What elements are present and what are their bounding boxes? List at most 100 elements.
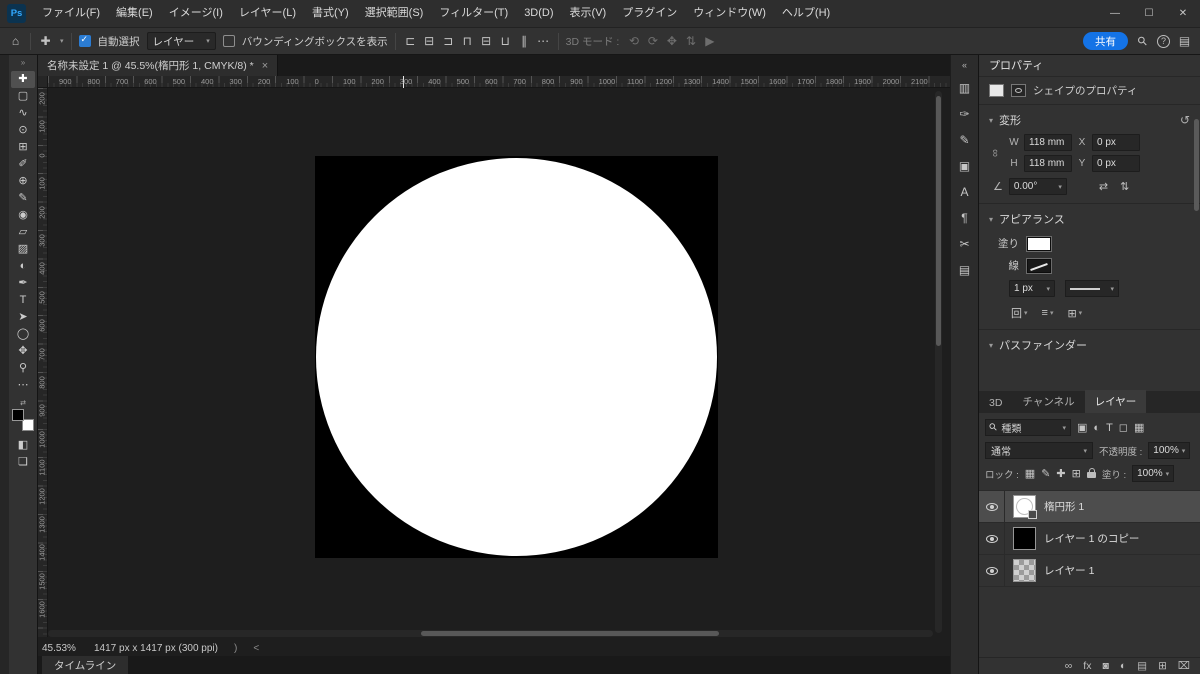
- chevron-down-icon[interactable]: ▾: [60, 37, 64, 45]
- stroke-width-field[interactable]: 1 px ▾: [1009, 280, 1055, 297]
- adjustments-panel-icon[interactable]: ▥: [954, 75, 976, 101]
- zoom-tool-icon[interactable]: ⚲: [11, 360, 35, 377]
- workspace-icon[interactable]: ▤: [1177, 34, 1192, 48]
- share-button[interactable]: 共有: [1083, 32, 1128, 50]
- mask-thumbnail-icon[interactable]: [1011, 84, 1026, 97]
- vertical-scrollbar[interactable]: [935, 91, 942, 633]
- toolbar-collapse-icon[interactable]: »: [21, 58, 25, 67]
- clone-stamp-tool-icon[interactable]: ◉: [11, 207, 35, 224]
- link-layers-icon[interactable]: ∞: [1065, 660, 1073, 672]
- layer-filter-select[interactable]: ⚲ 種類 ▾: [985, 419, 1071, 436]
- stroke-align-select[interactable]: 回 ▾: [1011, 305, 1028, 321]
- more-tools-icon[interactable]: ⋯: [11, 377, 35, 394]
- delete-layer-icon[interactable]: ⌧: [1178, 660, 1190, 672]
- angle-field[interactable]: 0.00° ▾: [1008, 178, 1067, 195]
- pen-tool-icon[interactable]: ✒: [11, 275, 35, 292]
- move-tool-icon[interactable]: ✚: [11, 71, 35, 88]
- stroke-style-select[interactable]: ▾: [1065, 280, 1119, 297]
- properties-panel-title[interactable]: プロパティ: [979, 55, 1200, 77]
- menu-item[interactable]: ヘルプ(H): [774, 0, 838, 27]
- new-group-icon[interactable]: ▤: [1137, 660, 1147, 672]
- target-select[interactable]: レイヤー ▾: [146, 32, 216, 50]
- horizontal-scrollbar-thumb[interactable]: [421, 631, 719, 636]
- lasso-tool-icon[interactable]: ∿: [11, 105, 35, 122]
- brush-settings-panel-icon[interactable]: ✑: [954, 101, 976, 127]
- y-field[interactable]: 0 px: [1092, 155, 1140, 172]
- layer-effects-icon[interactable]: fx: [1083, 660, 1091, 672]
- align-right-icon[interactable]: ⊐: [441, 34, 456, 48]
- ruler-corner[interactable]: [38, 76, 48, 88]
- panel-scrollbar-thumb[interactable]: [1194, 119, 1199, 211]
- flip-vertical-icon[interactable]: ⇅: [1120, 180, 1129, 193]
- menu-item[interactable]: レイヤー(L): [231, 0, 304, 27]
- layer-thumbnail[interactable]: [1013, 559, 1036, 582]
- quick-mask-icon[interactable]: ◧: [11, 437, 35, 454]
- lock-image-pixels-icon[interactable]: ✎: [1041, 467, 1050, 480]
- brushes-panel-icon[interactable]: ✎: [954, 127, 976, 153]
- marquee-tool-icon[interactable]: ▢: [11, 88, 35, 105]
- filter-type-layers-icon[interactable]: T: [1106, 422, 1113, 434]
- menu-item[interactable]: 3D(D): [516, 0, 561, 27]
- add-layer-mask-icon[interactable]: ◙: [1102, 660, 1108, 672]
- tab-channels[interactable]: チャンネル: [1012, 390, 1084, 413]
- hand-tool-icon[interactable]: ✥: [11, 343, 35, 360]
- expand-dock-icon[interactable]: «: [962, 60, 967, 70]
- new-layer-icon[interactable]: ⊞: [1158, 660, 1167, 672]
- new-adjustment-layer-icon[interactable]: ◐: [1120, 660, 1126, 672]
- timeline-tab[interactable]: タイムライン: [42, 656, 129, 674]
- fill-color-swatch[interactable]: [1027, 236, 1051, 251]
- lock-all-icon[interactable]: [1086, 467, 1096, 478]
- shape-tool-icon[interactable]: ◯: [11, 326, 35, 343]
- layer-thumbnail[interactable]: [1013, 495, 1037, 519]
- type-tool-icon[interactable]: T: [11, 292, 35, 309]
- crop-tool-icon[interactable]: ⊞: [11, 139, 35, 156]
- tab-3d[interactable]: 3D: [979, 393, 1012, 413]
- layer-row[interactable]: レイヤー 1: [979, 555, 1200, 587]
- link-dimensions-icon[interactable]: ∞: [989, 149, 1001, 157]
- status-scroll-arrow[interactable]: <: [253, 643, 259, 654]
- menu-item[interactable]: フィルター(T): [431, 0, 516, 27]
- menu-item[interactable]: プラグイン: [614, 0, 685, 27]
- libraries-panel-icon[interactable]: ▤: [954, 257, 976, 283]
- home-icon[interactable]: ⌂: [8, 34, 23, 48]
- blend-mode-select[interactable]: 通常 ▾: [985, 442, 1093, 459]
- layer-row[interactable]: 楕円形 1: [979, 491, 1200, 523]
- ruler-top[interactable]: 900 800 700 600 500 400 300 200 100 0 100 200 300 400…: [48, 76, 950, 88]
- screen-mode-icon[interactable]: ❏: [11, 454, 35, 471]
- flip-horizontal-icon[interactable]: ⇄: [1099, 180, 1108, 193]
- align-bottom-icon[interactable]: ⊔: [498, 34, 513, 48]
- opacity-field[interactable]: 100% ▾: [1148, 442, 1191, 459]
- foreground-color-swatch[interactable]: [12, 409, 24, 421]
- zoom-level-field[interactable]: 45.53%: [42, 643, 94, 654]
- help-icon[interactable]: ?: [1157, 34, 1170, 48]
- object-selection-tool-icon[interactable]: ⊙: [11, 122, 35, 139]
- filter-smart-objects-icon[interactable]: ▦: [1134, 421, 1144, 434]
- stroke-color-swatch[interactable]: [1027, 258, 1051, 273]
- clone-source-panel-icon[interactable]: ▣: [954, 153, 976, 179]
- horizontal-scrollbar[interactable]: [48, 630, 933, 637]
- character-panel-icon[interactable]: A: [954, 179, 976, 205]
- color-swatches[interactable]: [12, 409, 34, 431]
- eyedropper-tool-icon[interactable]: ✐: [11, 156, 35, 173]
- visibility-toggle[interactable]: [979, 555, 1005, 586]
- swap-colors-icon[interactable]: ⇄: [20, 399, 26, 407]
- distribute-icon[interactable]: ∥: [517, 34, 532, 48]
- menu-item[interactable]: 編集(E): [108, 0, 161, 27]
- lock-transparent-pixels-icon[interactable]: ▦: [1025, 467, 1035, 480]
- more-align-options-icon[interactable]: ⋯: [536, 34, 551, 48]
- tab-layers[interactable]: レイヤー: [1084, 390, 1147, 413]
- pathfinder-section-header[interactable]: ▾ パスファインダー: [979, 335, 1200, 355]
- gradient-tool-icon[interactable]: ▨: [11, 241, 35, 258]
- status-popup-arrow[interactable]: ): [234, 643, 237, 654]
- lock-position-icon[interactable]: ✚: [1056, 467, 1065, 480]
- layer-row[interactable]: レイヤー 1 のコピー: [979, 523, 1200, 555]
- paragraph-panel-icon[interactable]: ¶: [954, 205, 976, 231]
- path-selection-tool-icon[interactable]: ➤: [11, 309, 35, 326]
- search-icon[interactable]: ⚲: [1134, 33, 1150, 49]
- align-top-icon[interactable]: ⊓: [460, 34, 475, 48]
- brush-tool-icon[interactable]: ✎: [11, 190, 35, 207]
- filter-adjustment-layers-icon[interactable]: ◐: [1093, 422, 1100, 434]
- bbox-checkbox[interactable]: [222, 35, 235, 47]
- align-middle-icon[interactable]: ⊟: [479, 34, 494, 48]
- lock-artboard-icon[interactable]: ⊞: [1072, 467, 1081, 480]
